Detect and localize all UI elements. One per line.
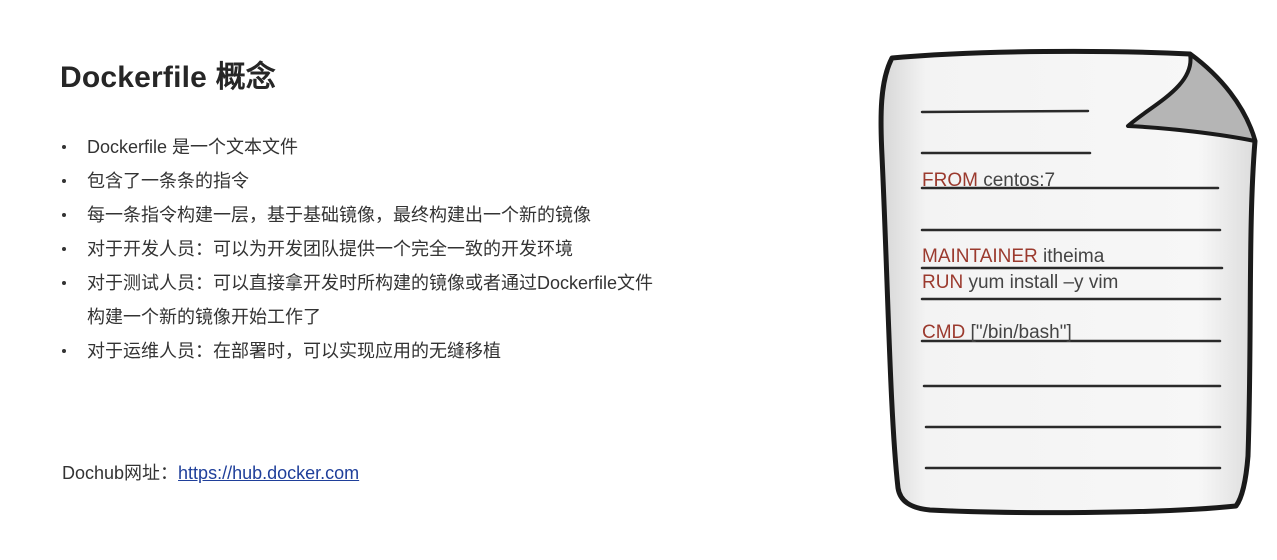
dockerfile-keyword: FROM	[922, 170, 978, 191]
dochub-label: Dochub网址：	[62, 463, 179, 483]
bullet-text: 对于运维人员：在部署时，可以实现应用的无缝移植	[87, 341, 501, 361]
bullet-text: Dockerfile 是一个文本文件	[87, 137, 299, 157]
bullet-item: Dockerfile 是一个文本文件	[62, 130, 762, 164]
dochub-line: Dochub网址：https://hub.docker.com	[62, 459, 359, 485]
dockerfile-keyword: MAINTAINER	[922, 246, 1038, 267]
bullet-text: 每一条指令构建一层，基于基础镜像，最终构建出一个新的镜像	[87, 205, 591, 225]
bullet-dot-icon	[62, 145, 66, 149]
bullet-text: 包含了一条条的指令	[87, 171, 249, 191]
dockerfile-line-maintainer: MAINTAINER itheima	[922, 246, 1104, 268]
bullet-item: 每一条指令构建一层，基于基础镜像，最终构建出一个新的镜像	[62, 198, 762, 232]
dockerfile-keyword: RUN	[922, 272, 964, 293]
bullet-item: 对于开发人员：可以为开发团队提供一个完全一致的开发环境	[62, 232, 762, 266]
dochub-link[interactable]: https://hub.docker.com	[178, 463, 359, 483]
slide-title: Dockerfile 概念	[60, 61, 276, 94]
bullet-dot-icon	[62, 281, 66, 285]
slide: Dockerfile 概念 Dockerfile 是一个文本文件 包含了一条条的…	[0, 0, 1277, 560]
dockerfile-document-illustration: FROM centos:7 MAINTAINER itheima RUN yum…	[860, 36, 1270, 536]
bullet-text: 对于测试人员：可以直接拿开发时所构建的镜像或者通过Dockerfile文件	[87, 273, 654, 293]
bullet-text: 对于开发人员：可以为开发团队提供一个完全一致的开发环境	[87, 239, 573, 259]
bullet-continuation: 构建一个新的镜像开始工作了	[87, 307, 321, 327]
dockerfile-value: itheima	[1037, 246, 1105, 267]
bullet-dot-icon	[62, 213, 66, 217]
bullet-item: 对于运维人员：在部署时，可以实现应用的无缝移植	[62, 334, 762, 368]
dockerfile-line-cmd: CMD ["/bin/bash"]	[922, 322, 1072, 344]
dockerfile-line-from: FROM centos:7	[922, 170, 1055, 192]
bullet-dot-icon	[62, 247, 66, 251]
dockerfile-value: centos:7	[977, 170, 1056, 191]
bullet-list: Dockerfile 是一个文本文件 包含了一条条的指令 每一条指令构建一层，基…	[62, 130, 762, 368]
dockerfile-value: yum install –y vim	[963, 272, 1119, 293]
bullet-item: 包含了一条条的指令	[62, 164, 762, 198]
dockerfile-keyword: CMD	[922, 322, 966, 343]
bullet-dot-icon	[62, 349, 66, 353]
dockerfile-value: ["/bin/bash"]	[965, 322, 1072, 343]
bullet-dot-icon	[62, 179, 66, 183]
bullet-item: 对于测试人员：可以直接拿开发时所构建的镜像或者通过Dockerfile文件 构建…	[62, 266, 762, 334]
dockerfile-line-run: RUN yum install –y vim	[922, 272, 1118, 294]
